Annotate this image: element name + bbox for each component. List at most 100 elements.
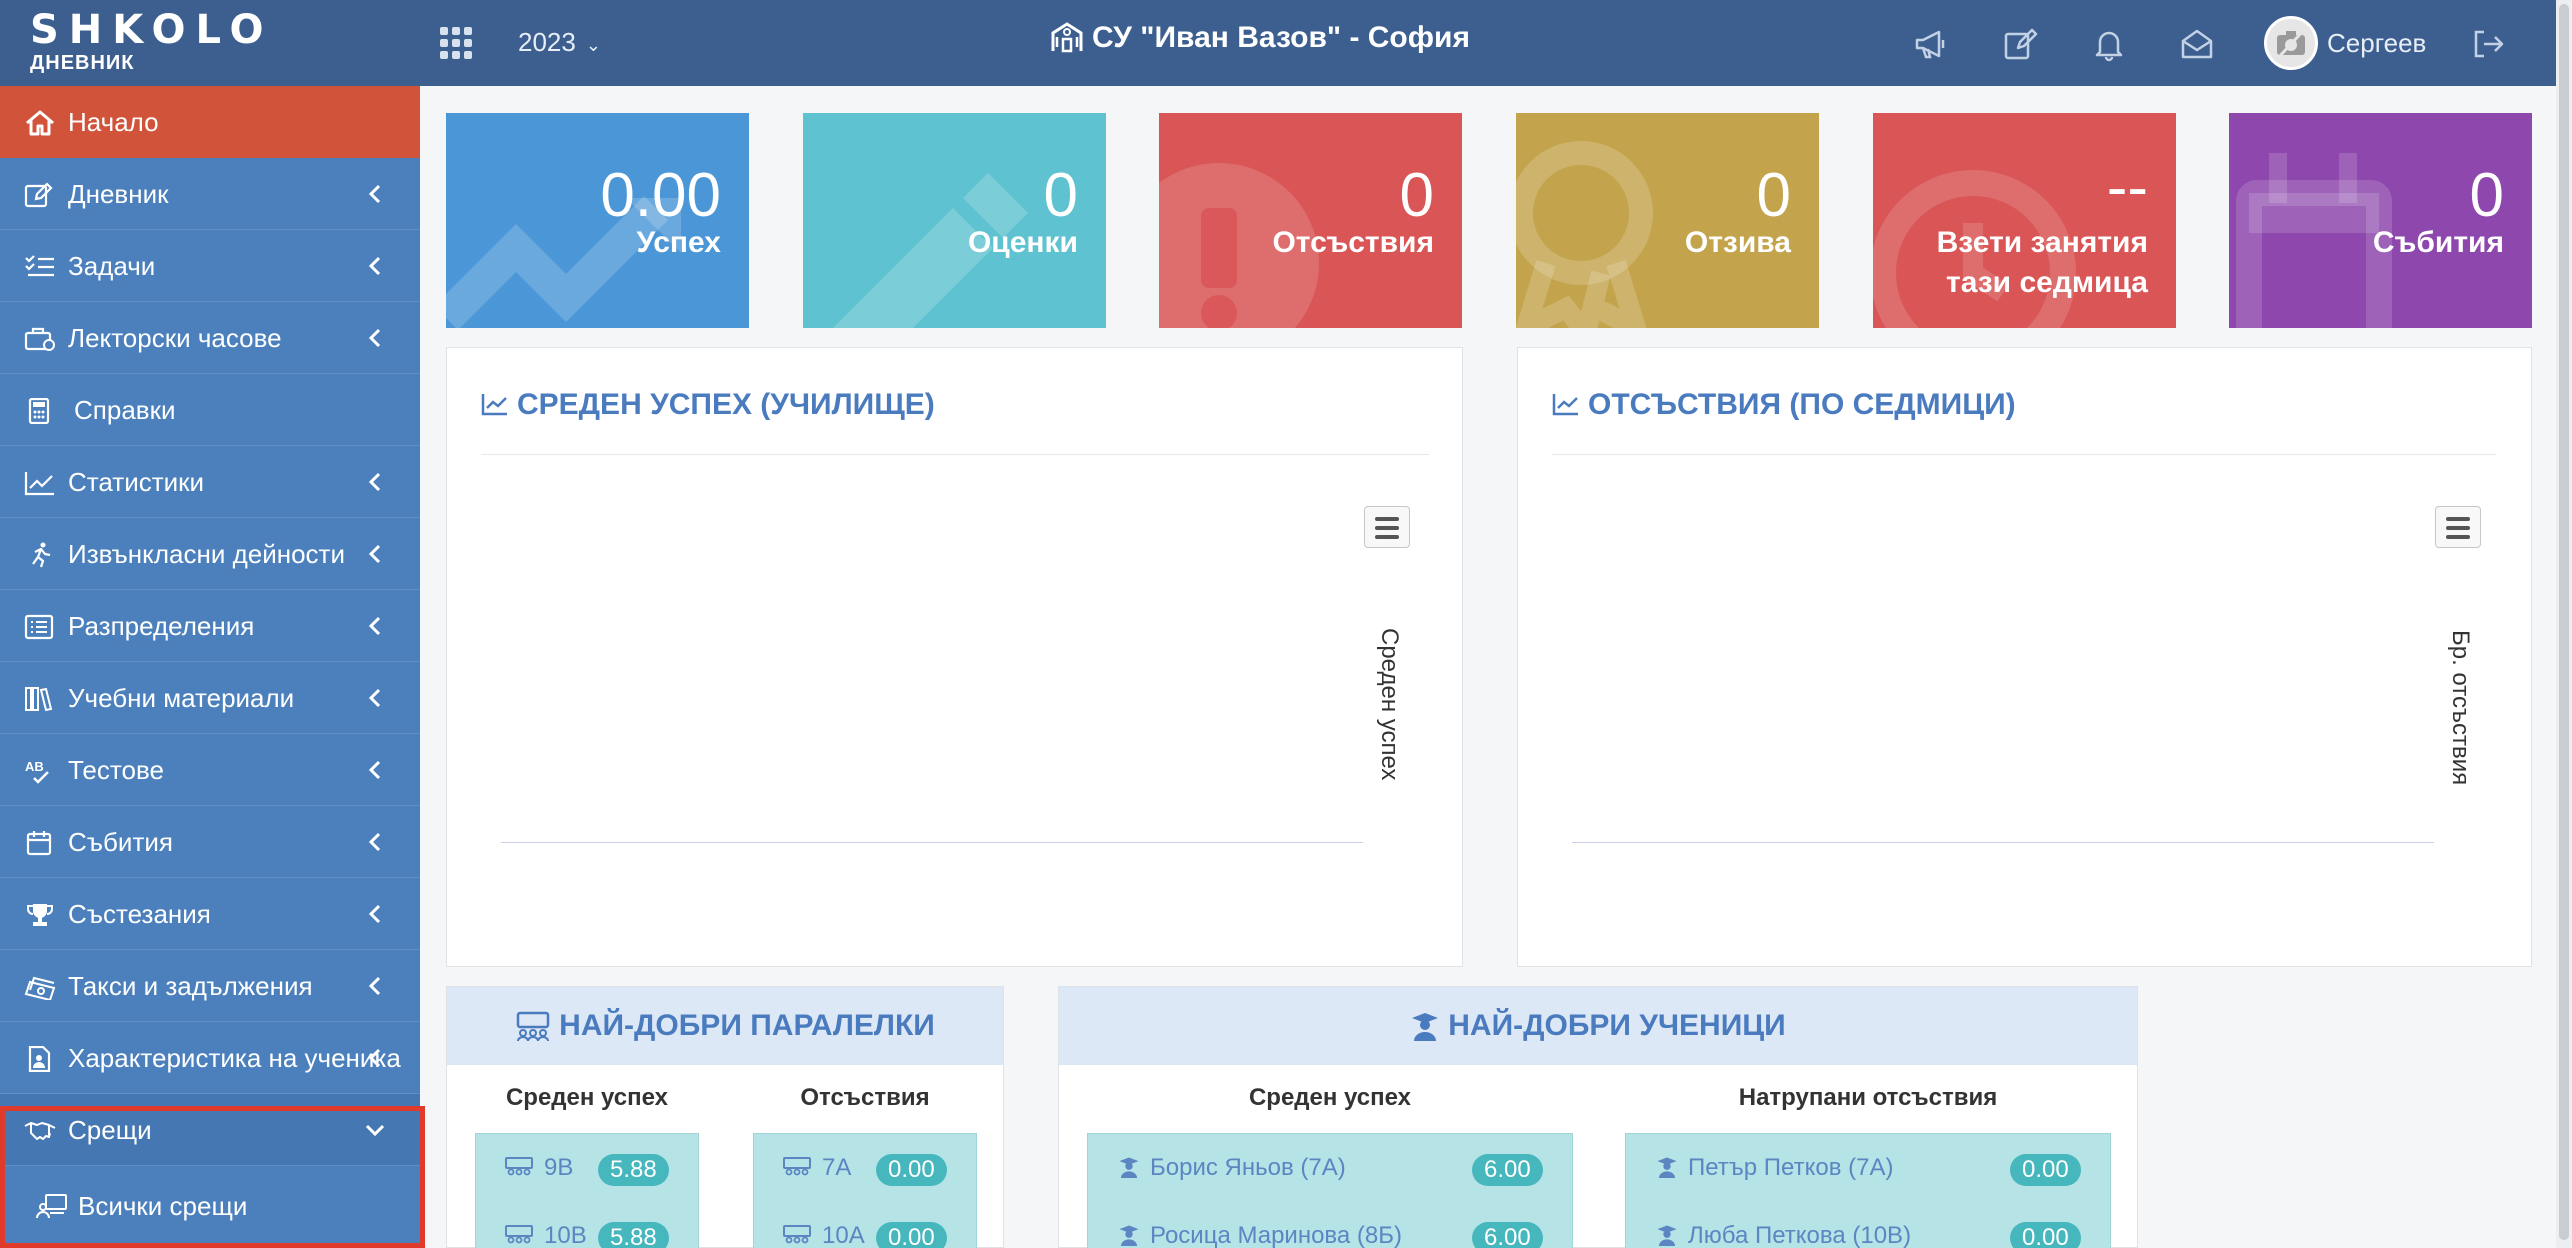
edit-icon[interactable] bbox=[2002, 26, 2038, 62]
calculator-icon bbox=[28, 398, 50, 424]
chevron-down-icon: ⌄ bbox=[585, 35, 601, 55]
apps-grid-icon[interactable] bbox=[440, 27, 472, 59]
bell-icon[interactable] bbox=[2091, 26, 2127, 62]
graduate-icon bbox=[1657, 1225, 1677, 1246]
year-selector[interactable]: 2023 ⌄ bbox=[518, 26, 601, 58]
chevron-left-icon bbox=[368, 256, 381, 276]
chevron-left-icon bbox=[368, 976, 381, 996]
graduate-icon bbox=[1657, 1157, 1677, 1178]
tile-lessons-taken[interactable]: -- Взети занятия тази седмица bbox=[1873, 113, 2176, 328]
sidebar-item-label: Дневник bbox=[68, 179, 169, 209]
sidebar-item-lecturer-hours[interactable]: Лекторски часове bbox=[0, 302, 420, 374]
divider bbox=[1552, 454, 2496, 455]
tile-grade[interactable]: 0.00 Успех bbox=[446, 113, 749, 328]
sidebar-item-label: Такси и задължения bbox=[68, 971, 313, 1001]
sidebar-item-fees[interactable]: Такси и задължения bbox=[0, 950, 420, 1022]
list-item-name: 10В bbox=[504, 1202, 587, 1248]
sidebar-item-learning-materials[interactable]: Учебни материали bbox=[0, 662, 420, 734]
list-item[interactable]: 10А 0.00 bbox=[754, 1202, 976, 1248]
list-item-name: 7А bbox=[782, 1134, 851, 1202]
edit-icon bbox=[24, 182, 53, 208]
sidebar-item-label: Задачи bbox=[68, 251, 156, 281]
graduate-icon bbox=[1119, 1157, 1139, 1178]
chevron-left-icon bbox=[368, 760, 381, 780]
student-name: Борис Яньов (7А) bbox=[1150, 1154, 1346, 1181]
top-bar: SHKOLO ДНЕВНИК 2023 ⌄ СУ "Иван Вазов" - С… bbox=[0, 0, 2572, 86]
class-group-icon bbox=[516, 1011, 550, 1042]
chevron-left-icon bbox=[368, 328, 381, 348]
home-icon bbox=[26, 110, 54, 136]
tile-feedback[interactable]: 0 Отзива bbox=[1516, 113, 1819, 328]
chevron-left-icon bbox=[368, 184, 381, 204]
chevron-left-icon bbox=[368, 832, 381, 852]
sidebar-item-competitions[interactable]: Състезания bbox=[0, 878, 420, 950]
chart-menu-button[interactable] bbox=[2435, 506, 2481, 548]
sidebar-item-label: Начало bbox=[68, 107, 159, 137]
sidebar-item-label: Извънкласни дейности bbox=[68, 539, 345, 569]
sidebar-item-tasks[interactable]: Задачи bbox=[0, 230, 420, 302]
best-classes-panel: НАЙ-ДОБРИ ПАРАЛЕЛКИ Среден успех Отсъств… bbox=[446, 986, 1004, 1248]
tile-marks[interactable]: 0 Оценки bbox=[803, 113, 1106, 328]
chevron-left-icon bbox=[368, 904, 381, 924]
briefcase-icon bbox=[24, 327, 55, 351]
logout-icon[interactable] bbox=[2470, 26, 2506, 62]
x-axis-line bbox=[1572, 842, 2434, 843]
avatar[interactable] bbox=[2264, 16, 2318, 70]
envelope-open-icon[interactable] bbox=[2179, 26, 2215, 62]
tile-value: 0.00 bbox=[600, 161, 721, 230]
sidebar-item-events[interactable]: Събития bbox=[0, 806, 420, 878]
sidebar: Начало Дневник Задачи Лекторски часове С… bbox=[0, 86, 420, 1248]
sidebar-item-tests[interactable]: AB Тестове bbox=[0, 734, 420, 806]
divider bbox=[481, 454, 1429, 455]
scrollbar-thumb[interactable] bbox=[2559, 4, 2569, 1240]
sidebar-item-reports[interactable]: Справки bbox=[0, 374, 420, 446]
chevron-left-icon bbox=[368, 688, 381, 708]
class-name: 9В bbox=[544, 1154, 574, 1181]
y-axis-label: Бр. отсъствия bbox=[2447, 630, 2474, 786]
logo[interactable]: SHKOLO ДНЕВНИК bbox=[30, 8, 340, 80]
list-item[interactable]: 7А 0.00 bbox=[754, 1134, 976, 1202]
tile-absences[interactable]: 0 Отсъствия bbox=[1159, 113, 1462, 328]
graduate-icon bbox=[1119, 1225, 1139, 1246]
list-item[interactable]: 9В 5.88 bbox=[476, 1134, 698, 1202]
tile-events[interactable]: 0 Събития bbox=[2229, 113, 2532, 328]
list-item[interactable]: 10В 5.88 bbox=[476, 1202, 698, 1248]
list-item[interactable]: Люба Петкова (10В) 0.00 bbox=[1626, 1202, 2110, 1248]
selection-highlight bbox=[0, 1106, 425, 1248]
sidebar-item-home[interactable]: Начало bbox=[0, 86, 420, 158]
tile-label: Отсъствия bbox=[1272, 226, 1434, 259]
sidebar-item-label: Характеристика на ученика bbox=[68, 1043, 401, 1073]
logo-subtitle: ДНЕВНИК bbox=[30, 52, 135, 74]
sidebar-item-label: Тестове bbox=[68, 755, 164, 785]
sidebar-item-diary[interactable]: Дневник bbox=[0, 158, 420, 230]
sidebar-item-student-characteristic[interactable]: Характеристика на ученика bbox=[0, 1022, 420, 1094]
chart-menu-button[interactable] bbox=[1364, 506, 1410, 548]
graduate-icon bbox=[1412, 1013, 1439, 1041]
class-group-icon bbox=[505, 1225, 533, 1244]
class-group-icon bbox=[505, 1157, 533, 1176]
list-icon bbox=[24, 614, 54, 640]
list-item-name: Борис Яньов (7А) bbox=[1118, 1134, 1346, 1202]
list-item[interactable]: Борис Яньов (7А) 6.00 bbox=[1088, 1134, 1572, 1202]
sidebar-item-statistics[interactable]: Статистики bbox=[0, 446, 420, 518]
list-item[interactable]: Петър Петков (7А) 0.00 bbox=[1626, 1134, 2110, 1202]
sidebar-item-label: Разпределения bbox=[68, 611, 255, 641]
panel-header: НАЙ-ДОБРИ ПАРАЛЕЛКИ bbox=[447, 987, 1003, 1065]
value-badge: 6.00 bbox=[1472, 1222, 1543, 1248]
sidebar-item-label: Лекторски часове bbox=[68, 323, 282, 353]
megaphone-icon[interactable] bbox=[1913, 26, 1949, 62]
sidebar-item-label: Учебни материали bbox=[68, 683, 295, 713]
class-name: 7А bbox=[822, 1154, 852, 1181]
chevron-left-icon bbox=[368, 1048, 381, 1068]
panel-title-text: НАЙ-ДОБРИ ПАРАЛЕЛКИ bbox=[559, 1009, 935, 1042]
school-title: СУ "Иван Вазов" - София bbox=[1050, 18, 1470, 58]
column-header: Отсъствия bbox=[800, 1084, 930, 1111]
list-item-name: 10А bbox=[782, 1202, 865, 1248]
chart-line-icon bbox=[24, 472, 54, 496]
list-item-name: Петър Петков (7А) bbox=[1656, 1134, 1893, 1202]
sidebar-item-label: Статистики bbox=[68, 467, 205, 497]
sidebar-item-distributions[interactable]: Разпределения bbox=[0, 590, 420, 662]
user-name[interactable]: Сергеев bbox=[2327, 26, 2426, 60]
sidebar-item-extracurricular[interactable]: Извънкласни дейности bbox=[0, 518, 420, 590]
list-item[interactable]: Росица Маринова (8Б) 6.00 bbox=[1088, 1202, 1572, 1248]
